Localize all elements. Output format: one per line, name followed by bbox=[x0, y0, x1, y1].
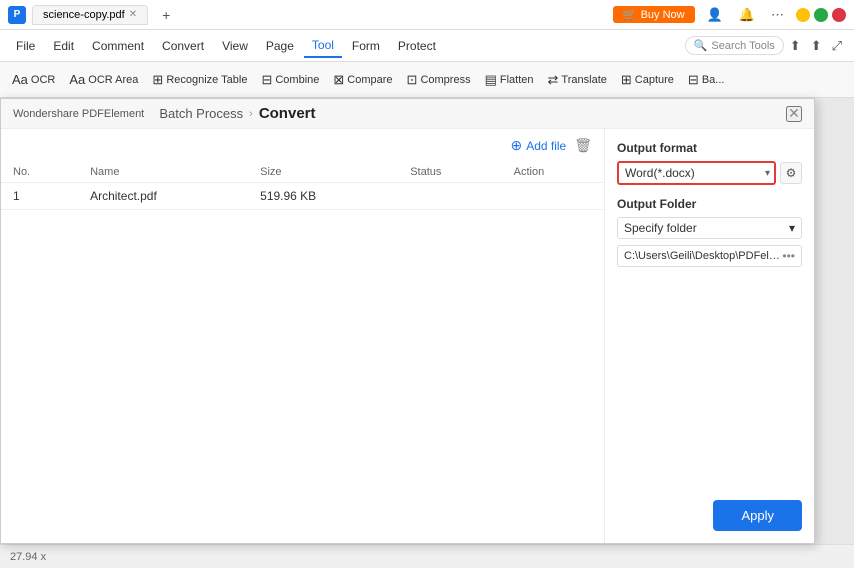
document-tab[interactable]: science-copy.pdf ✕ bbox=[32, 5, 148, 25]
nav-back-icon[interactable]: ⬆ bbox=[786, 36, 805, 56]
cell-size: 519.96 KB bbox=[248, 183, 398, 210]
toolbar-compare[interactable]: ⊠ Compare bbox=[327, 69, 398, 91]
compress-icon: ⊡ bbox=[407, 72, 418, 88]
translate-icon: ⇄ bbox=[548, 72, 559, 88]
search-tools-box[interactable]: 🔍 Search Tools bbox=[685, 36, 784, 55]
col-action: Action bbox=[502, 162, 604, 183]
menu-edit[interactable]: Edit bbox=[45, 35, 82, 57]
apply-button[interactable]: Apply bbox=[713, 500, 802, 531]
toolbar-compress[interactable]: ⊡ Compress bbox=[401, 69, 477, 91]
cell-no: 1 bbox=[1, 183, 78, 210]
user-icon[interactable]: 👤 bbox=[703, 5, 727, 25]
breadcrumb: Wondershare PDFElement Batch Process › C… bbox=[13, 105, 316, 122]
format-select[interactable]: Word(*.docx) Excel(*.xlsx) PowerPoint(*.… bbox=[617, 161, 776, 185]
cart-icon: 🛒 bbox=[623, 8, 637, 21]
folder-dropdown[interactable]: Specify folder ▾ bbox=[617, 217, 802, 239]
format-settings-icon[interactable]: ⚙ bbox=[780, 162, 802, 184]
menu-view[interactable]: View bbox=[214, 35, 256, 57]
main-area: Wondershare PDFElement Batch Process › C… bbox=[0, 98, 854, 544]
menu-page[interactable]: Page bbox=[258, 35, 302, 57]
folder-option-label: Specify folder bbox=[624, 221, 697, 235]
file-list-area: ⊕ Add file 🗑 No. Name Size Status Action bbox=[1, 129, 604, 543]
cell-action bbox=[502, 183, 604, 210]
menu-bar: File Edit Comment Convert View Page Tool… bbox=[0, 30, 854, 62]
table-row: 1 Architect.pdf 519.96 KB bbox=[1, 183, 604, 210]
more-options-icon[interactable]: ⋯ bbox=[767, 5, 788, 25]
breadcrumb-current: Convert bbox=[259, 105, 316, 122]
batch-convert-panel: Wondershare PDFElement Batch Process › C… bbox=[0, 98, 815, 544]
app-icon: P bbox=[8, 6, 26, 24]
col-no: No. bbox=[1, 162, 78, 183]
add-file-icon: ⊕ bbox=[510, 137, 522, 154]
right-settings-panel: Output format Word(*.docx) Excel(*.xlsx)… bbox=[604, 129, 814, 543]
output-format-title: Output format bbox=[617, 141, 802, 155]
buy-now-button[interactable]: 🛒 Buy Now bbox=[613, 6, 695, 23]
flatten-icon: ▤ bbox=[485, 72, 497, 88]
batch-icon: ⊟ bbox=[688, 72, 699, 88]
delete-file-button[interactable]: 🗑 bbox=[574, 137, 592, 154]
folder-path-display: C:\Users\Geili\Desktop\PDFelement\Cc ••• bbox=[617, 245, 802, 267]
col-name: Name bbox=[78, 162, 248, 183]
folder-path-text: C:\Users\Geili\Desktop\PDFelement\Cc bbox=[624, 250, 782, 262]
combine-icon: ⊟ bbox=[261, 72, 272, 88]
toolbar-ocr-area[interactable]: Aa OCR Area bbox=[63, 69, 144, 90]
menu-form[interactable]: Form bbox=[344, 35, 388, 57]
capture-icon: ⊞ bbox=[621, 72, 632, 88]
cell-name: Architect.pdf bbox=[78, 183, 248, 210]
breadcrumb-parent: Batch Process bbox=[159, 106, 243, 121]
toolbar-batch[interactable]: ⊟ Ba... bbox=[682, 69, 731, 91]
modal-close-button[interactable]: ✕ bbox=[786, 106, 802, 122]
modal-header: Wondershare PDFElement Batch Process › C… bbox=[1, 99, 814, 129]
toolbar-recognize-table[interactable]: ⊞ Recognize Table bbox=[146, 69, 253, 91]
close-button[interactable] bbox=[832, 8, 846, 22]
maximize-button[interactable] bbox=[814, 8, 828, 22]
toolbar-translate[interactable]: ⇄ Translate bbox=[542, 69, 613, 91]
window-controls bbox=[796, 8, 846, 22]
format-select-wrapper: Word(*.docx) Excel(*.xlsx) PowerPoint(*.… bbox=[617, 161, 802, 185]
panel-body: ⊕ Add file 🗑 No. Name Size Status Action bbox=[1, 129, 814, 543]
format-select-container: Word(*.docx) Excel(*.xlsx) PowerPoint(*.… bbox=[617, 161, 776, 185]
add-tab-button[interactable]: + bbox=[154, 4, 178, 26]
toolbar-combine[interactable]: ⊟ Combine bbox=[255, 69, 325, 91]
title-bar-left: P science-copy.pdf ✕ + bbox=[8, 4, 613, 26]
menu-protect[interactable]: Protect bbox=[390, 35, 444, 57]
output-format-section: Output format Word(*.docx) Excel(*.xlsx)… bbox=[617, 141, 802, 185]
minimize-button[interactable] bbox=[796, 8, 810, 22]
menu-tool[interactable]: Tool bbox=[304, 34, 342, 58]
output-folder-title: Output Folder bbox=[617, 197, 802, 211]
title-bar: P science-copy.pdf ✕ + 🛒 Buy Now 👤 🔔 ⋯ bbox=[0, 0, 854, 30]
toolbar: Aa OCR Aa OCR Area ⊞ Recognize Table ⊟ C… bbox=[0, 62, 854, 98]
folder-dropdown-arrow-icon: ▾ bbox=[789, 221, 795, 235]
col-size: Size bbox=[248, 162, 398, 183]
compare-icon: ⊠ bbox=[333, 72, 344, 88]
add-file-button[interactable]: ⊕ Add file bbox=[510, 137, 566, 154]
ocr-area-icon: Aa bbox=[69, 72, 85, 87]
menu-file[interactable]: File bbox=[8, 35, 43, 57]
tab-label: science-copy.pdf bbox=[43, 9, 125, 21]
bell-icon[interactable]: 🔔 bbox=[735, 5, 759, 25]
breadcrumb-app-title: Wondershare PDFElement bbox=[13, 108, 144, 120]
col-status: Status bbox=[398, 162, 501, 183]
output-folder-section: Output Folder Specify folder ▾ C:\Users\… bbox=[617, 197, 802, 267]
status-bar: 27.94 x bbox=[0, 544, 854, 568]
file-table: No. Name Size Status Action 1 Architect.… bbox=[1, 162, 604, 210]
file-toolbar: ⊕ Add file 🗑 bbox=[1, 129, 604, 162]
toolbar-capture[interactable]: ⊞ Capture bbox=[615, 69, 680, 91]
toolbar-ocr[interactable]: Aa OCR bbox=[6, 69, 61, 90]
title-bar-right: 🛒 Buy Now 👤 🔔 ⋯ bbox=[613, 5, 846, 25]
recognize-table-icon: ⊞ bbox=[152, 72, 163, 88]
breadcrumb-separator: › bbox=[249, 108, 253, 120]
toolbar-flatten[interactable]: ▤ Flatten bbox=[479, 69, 540, 91]
nav-forward-icon[interactable]: ⬆ bbox=[807, 36, 826, 56]
tab-close-icon[interactable]: ✕ bbox=[129, 9, 137, 20]
menu-convert[interactable]: Convert bbox=[154, 35, 212, 57]
cell-status bbox=[398, 183, 501, 210]
zoom-level: 27.94 x bbox=[10, 551, 46, 563]
expand-icon[interactable]: ⤢ bbox=[828, 36, 846, 56]
menu-comment[interactable]: Comment bbox=[84, 35, 152, 57]
ocr-icon: Aa bbox=[12, 72, 28, 87]
search-icon: 🔍 bbox=[694, 39, 708, 52]
browse-folder-button[interactable]: ••• bbox=[782, 249, 795, 263]
